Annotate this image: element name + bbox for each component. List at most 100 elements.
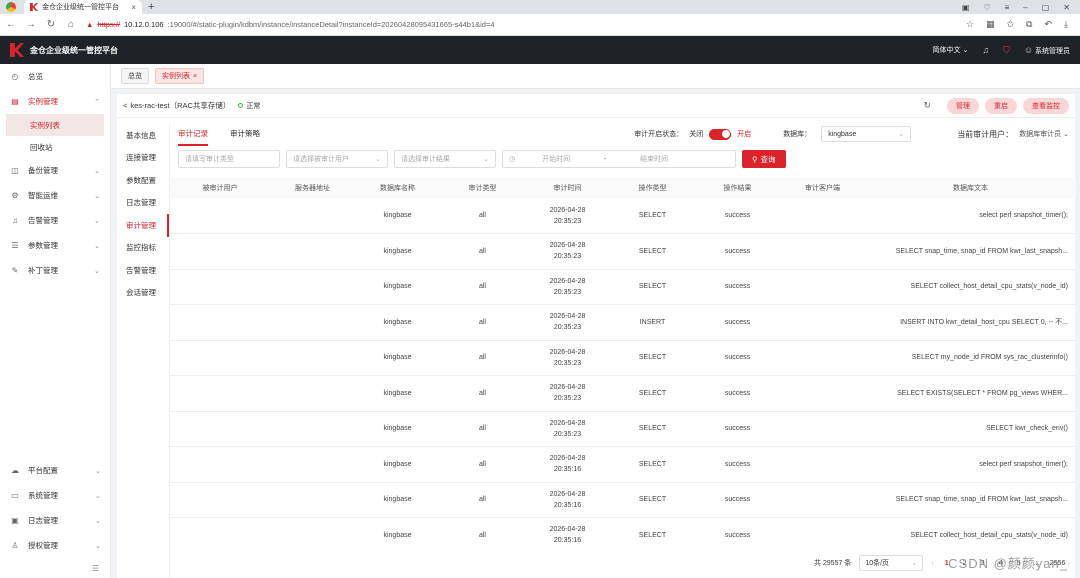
sidebar-item-backup[interactable]: ◫ 备份管理 ⌄ — [0, 158, 110, 183]
collections-icon[interactable]: ⧉ — [1026, 19, 1032, 30]
sidebar-item-label: 系统管理 — [28, 491, 58, 500]
table-row[interactable]: kingbase all 2026-04-28 20:35:23 SELECT succe… — [170, 340, 1076, 376]
audit-type-input[interactable]: 请填写审计类型 — [178, 150, 280, 168]
cell-user — [170, 482, 270, 518]
subnav-log[interactable]: 日志管理 — [117, 192, 169, 215]
database-select-value: kingbase — [828, 130, 857, 138]
back-chevron-icon[interactable]: < — [123, 101, 127, 110]
alarm-icon: ♫ — [12, 216, 18, 225]
notification-icon[interactable]: ♫ — [982, 45, 989, 55]
url-field[interactable]: ▲ https://10.12.0.106:19000/#/static-plu… — [86, 17, 956, 33]
monitor-icon: ▭ — [11, 491, 19, 500]
table-row[interactable]: kingbase all 2026-04-28 20:35:23 SELECT succe… — [170, 411, 1076, 447]
cell-op: SELECT — [610, 411, 695, 447]
table-row[interactable]: kingbase all 2026-04-28 20:35:16 SELECT succe… — [170, 446, 1076, 483]
sidebar-item-system[interactable]: ▭ 系统管理 ⌄ — [0, 483, 111, 508]
new-tab-button[interactable]: + — [148, 1, 154, 13]
minimize-icon[interactable]: – — [1023, 3, 1027, 12]
tab-audit-policy[interactable]: 审计策略 — [230, 128, 260, 146]
audited-user-select[interactable]: 请选择被审计用户 ⌄ — [286, 150, 388, 168]
view-monitor-button[interactable]: 查看监控 — [1023, 97, 1069, 114]
cell-date: 2026-04-28 — [549, 455, 586, 463]
back-icon[interactable]: ← — [6, 19, 16, 30]
sidebar-item-alarm[interactable]: ♫ 告警管理 ⌄ — [0, 208, 110, 233]
browser-tab[interactable]: 金仓企业级统一管控平台 × — [24, 0, 142, 14]
cell-sql: SELECT snap_time, snap_id FROM kwr_last_… — [865, 233, 1076, 270]
cell-user — [170, 446, 270, 483]
sidebar-item-param[interactable]: ☰ 参数管理 ⌄ — [0, 233, 110, 258]
user-menu[interactable]: ☺ 系统管理员 — [1024, 45, 1070, 56]
sidebar-item-instance[interactable]: ▤ 实例管理 ⌃ — [0, 89, 110, 114]
cell-client — [780, 375, 865, 412]
table-row[interactable]: kingbase all 2026-04-28 20:35:23 SELECT succe… — [170, 375, 1076, 412]
sidebar-item-platform[interactable]: ☁ 平台配置 ⌄ — [0, 458, 111, 483]
audit-toggle[interactable] — [709, 128, 732, 140]
language-select[interactable]: 简体中文 ⌄ — [933, 45, 969, 55]
apps-icon[interactable]: ▦ — [986, 19, 995, 30]
prev-page-icon[interactable]: ‹ — [931, 560, 933, 567]
favorites-icon[interactable]: ✩ — [1006, 19, 1014, 30]
sidebar-subitem-recycle-bin[interactable]: 回收站 — [0, 136, 110, 158]
next-page-icon[interactable]: › — [1068, 560, 1070, 567]
tag-instance-list[interactable]: 实例列表 × — [155, 68, 205, 84]
sidebar-collapse-icon[interactable]: ☰ — [92, 564, 99, 573]
subnav-connection[interactable]: 连接管理 — [117, 147, 169, 170]
menu-icon[interactable]: ≡ — [1005, 3, 1010, 12]
current-audit-user-select[interactable]: 数据库审计员 ⌄ — [1019, 129, 1069, 139]
forward-icon[interactable]: → — [26, 19, 36, 30]
audit-result-select[interactable]: 请选择审计结果 ⌄ — [394, 150, 496, 168]
cell-result: success — [695, 304, 780, 341]
date-range-picker[interactable]: ◷ 开始时间 - 结束时间 — [502, 150, 736, 168]
table-row[interactable]: kingbase all 2026-04-28 20:35:16 SELECT succe… — [170, 517, 1076, 543]
refresh-icon[interactable]: ↻ — [923, 100, 931, 111]
page-size-select[interactable]: 10条/页 ⌄ — [859, 555, 924, 571]
cell-type: all — [440, 304, 525, 341]
subnav-audit[interactable]: 审计管理 — [117, 214, 169, 237]
table-row[interactable]: kingbase all 2026-04-28 20:35:23 SELECT succe… — [170, 233, 1076, 270]
tab-audit-records[interactable]: 审计记录 — [178, 128, 208, 146]
sidebar-item-label: 日志管理 — [28, 516, 58, 525]
subnav-alarm[interactable]: 告警管理 — [117, 259, 169, 282]
instance-status: 正常 — [238, 101, 260, 111]
subnav-basic-info[interactable]: 基本信息 — [117, 124, 169, 147]
cell-op: SELECT — [610, 198, 695, 234]
subnav-metrics[interactable]: 监控指标 — [117, 237, 169, 260]
star-icon[interactable]: ☆ — [966, 19, 974, 30]
subnav-param-config[interactable]: 参数配置 — [117, 169, 169, 192]
column-header: 审计时间 — [525, 178, 610, 198]
table-header-row: 被审计用户 服务器地址 数据库名称 审计类型 审计时间 操作类型 操作结果 审计客户端 数据库文… — [170, 178, 1076, 198]
table-row[interactable]: kingbase all 2026-04-28 20:35:23 SELECT succe… — [170, 269, 1076, 305]
table-row[interactable]: kingbase all 2026-04-28 20:35:23 INSERT succe… — [170, 304, 1076, 341]
start-time-placeholder: 开始时间 — [542, 156, 571, 163]
tag-close-icon[interactable]: × — [193, 73, 197, 80]
undo-icon[interactable]: ↶ — [1044, 19, 1052, 30]
sidebar-item-ops[interactable]: ⚙ 智能运维 ⌄ — [0, 183, 110, 208]
subnav-session[interactable]: 会话管理 — [117, 282, 169, 305]
cart-icon[interactable]: ⛉ — [1003, 45, 1010, 56]
shield-icon[interactable]: ♡ — [983, 3, 990, 12]
reload-icon[interactable]: ↻ — [46, 19, 56, 30]
sidebar-subitem-instance-list[interactable]: 实例列表 — [6, 114, 104, 136]
profile-icon[interactable]: ▣ — [962, 3, 970, 12]
tag-overview[interactable]: 总览 — [121, 68, 149, 84]
tab-close-icon[interactable]: × — [131, 3, 136, 12]
search-button[interactable]: ⚲ 查询 — [742, 150, 786, 168]
restart-button[interactable]: 重启 — [985, 97, 1017, 114]
database-select[interactable]: kingbase ⌄ — [821, 126, 912, 142]
manage-button[interactable]: 管理 — [947, 97, 979, 114]
cell-server — [270, 233, 355, 270]
table-row[interactable]: kingbase all 2026-04-28 20:35:16 SELECT succe… — [170, 482, 1076, 518]
cell-db: kingbase — [355, 446, 440, 483]
cell-time: 20:35:23 — [553, 288, 582, 296]
sidebar-item-overview[interactable]: ◴ 总览 — [0, 64, 110, 89]
sidebar-item-log[interactable]: ▣ 日志管理 ⌄ — [0, 508, 111, 533]
download-icon[interactable]: ⤓ — [1064, 19, 1068, 30]
param-icon: ☰ — [11, 241, 19, 250]
sidebar-item-patch[interactable]: ✎ 补丁管理 ⌄ — [0, 258, 110, 283]
column-header: 数据库名称 — [355, 178, 440, 198]
table-row[interactable]: kingbase all 2026-04-28 20:35:23 SELECT succe… — [170, 198, 1076, 234]
maximize-icon[interactable]: ▢ — [1042, 3, 1050, 12]
sidebar-item-auth[interactable]: ♙ 授权管理 ⌄ — [0, 533, 111, 558]
window-close-icon[interactable]: ✕ — [1063, 3, 1070, 12]
home-icon[interactable]: ⌂ — [66, 19, 76, 30]
